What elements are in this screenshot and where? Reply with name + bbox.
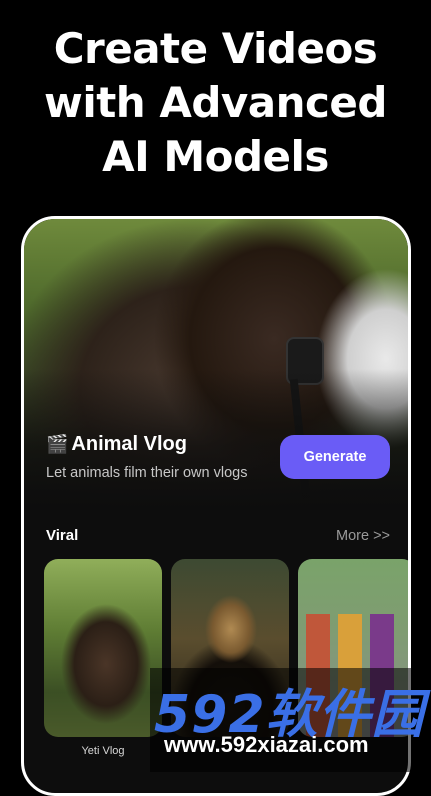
more-link[interactable]: More >> — [336, 528, 390, 544]
headline-line-1: Create Videos — [53, 24, 378, 73]
viral-card-label: Yeti Vlog — [81, 745, 125, 757]
watermark-overlay: 592软件园 www.592xiazai.com — [150, 668, 431, 772]
watermark-url: www.592xiazai.com — [164, 732, 369, 757]
headline-line-3: AI Models — [102, 132, 329, 181]
headline-line-2: with Advanced — [44, 78, 387, 127]
viral-card-yeti-vlog[interactable] — [44, 559, 162, 737]
hero-subtitle: Let animals film their own vlogs — [46, 465, 248, 481]
clapperboard-icon: 🎬 — [46, 434, 69, 454]
generate-button[interactable]: Generate — [280, 435, 390, 479]
hero-title-text: Animal Vlog — [71, 433, 187, 455]
hero-title: 🎬 Animal Vlog — [46, 433, 187, 456]
viral-section-title: Viral — [46, 527, 79, 544]
marketing-headline: Create Videos with Advanced AI Models — [0, 22, 431, 184]
